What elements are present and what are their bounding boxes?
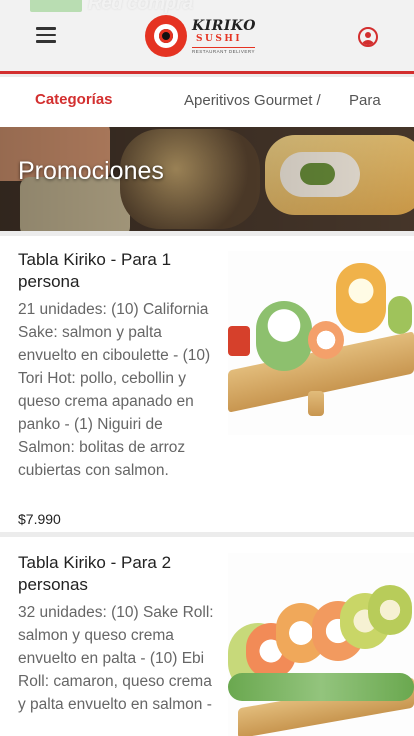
logo-subbrand: SUSHI [196, 34, 243, 44]
product-name: Tabla Kiriko - Para 2 personas [18, 553, 172, 594]
category-para[interactable]: Para [349, 92, 381, 109]
app-header: Red compra KIRIKO SUSHI RESTAURANT DELIV… [0, 0, 414, 74]
promo-text: Red compra [88, 0, 193, 14]
category-nav: Categorías Aperitivos Gourmet / Para [0, 77, 414, 127]
promo-strip: Red compra [30, 0, 260, 16]
product-price: $7.990 [18, 511, 61, 527]
app-screen: Red compra KIRIKO SUSHI RESTAURANT DELIV… [0, 0, 414, 736]
category-aperitivos-gourmet[interactable]: Aperitivos Gourmet / [184, 92, 321, 109]
product-image [228, 251, 414, 435]
kiriko-logo[interactable]: KIRIKO SUSHI RESTAURANT DELIVERY [145, 15, 255, 59]
logo-emblem [145, 15, 187, 57]
product-card[interactable]: Tabla Kiriko - Para 2 personas 32 unidad… [0, 537, 414, 736]
logo-tagline: RESTAURANT DELIVERY [192, 47, 256, 54]
product-card[interactable]: Tabla Kiriko - Para 1 persona 21 unidade… [0, 236, 414, 532]
logo-brand: KIRIKO [192, 18, 256, 34]
product-description: 32 unidades: (10) Sake Roll: salmon y qu… [18, 604, 214, 713]
user-account-icon[interactable] [358, 27, 378, 47]
product-description: 21 unidades: (10) California Sake: salmo… [18, 301, 211, 479]
menu-icon[interactable] [36, 27, 56, 43]
product-image [228, 553, 414, 736]
promo-badge [30, 0, 82, 12]
categories-title[interactable]: Categorías [35, 91, 113, 108]
product-name: Tabla Kiriko - Para 1 persona [18, 250, 172, 291]
banner-title: Promociones [18, 157, 164, 185]
promotions-banner: Promociones [0, 127, 414, 231]
